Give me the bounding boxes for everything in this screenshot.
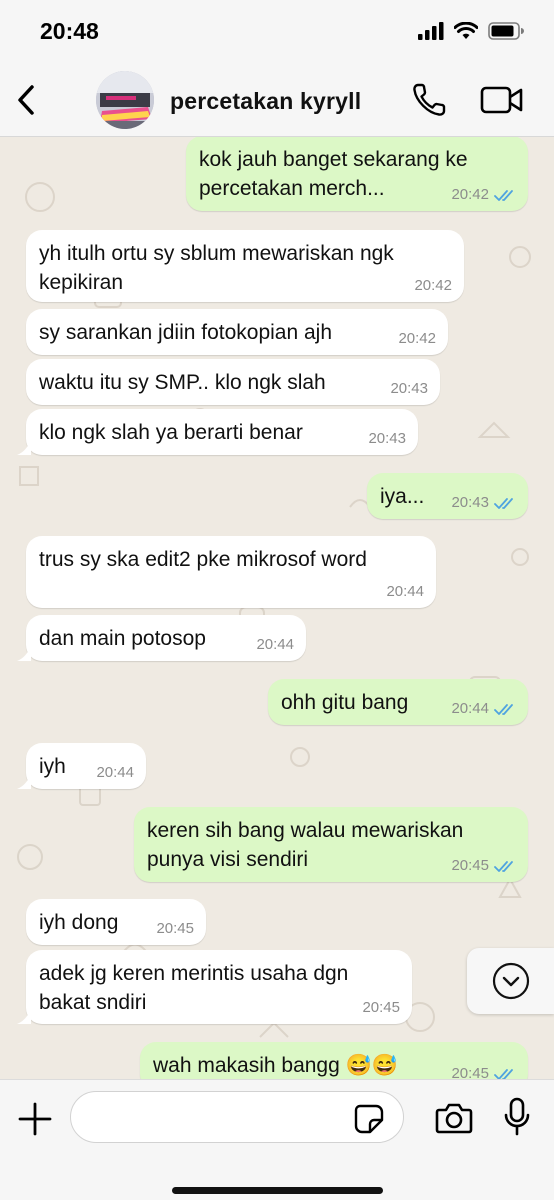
camera-icon[interactable] — [435, 1102, 473, 1134]
message-text: wah makasih bangg 😅😅 — [153, 1054, 398, 1077]
status-bar: 20:48 — [0, 0, 554, 64]
message-meta: 20:45 — [362, 999, 400, 1017]
message-meta: 20:45 — [451, 857, 516, 875]
message-time: 20:44 — [386, 583, 424, 600]
battery-icon — [488, 22, 524, 40]
message-time: 20:43 — [368, 430, 406, 447]
message-meta: 20:42 — [398, 330, 436, 348]
message-text: iyh — [39, 755, 66, 778]
message-bubble-outgoing[interactable]: keren sih bang walau mewariskan punya vi… — [134, 807, 528, 882]
message-meta: 20:42 — [451, 186, 516, 204]
back-button[interactable] — [12, 82, 42, 118]
message-meta: 20:44 — [256, 636, 294, 654]
contact-avatar[interactable] — [96, 71, 154, 129]
read-receipt-icon — [494, 497, 513, 509]
message-text: adek jg keren merintis usaha dgn bakat s… — [39, 962, 349, 1014]
bubble-tail — [17, 439, 31, 455]
message-text: yh itulh ortu sy sblum mewariskan ngk ke… — [39, 242, 394, 294]
message-bubble-incoming[interactable]: waktu itu sy SMP.. klo ngk slah 20:43 — [26, 359, 440, 405]
read-receipt-icon — [494, 703, 513, 715]
avatar-image — [96, 71, 154, 129]
message-input-bar — [0, 1079, 554, 1200]
chat-area[interactable]: kok jauh banget sekarang ke percetakan m… — [0, 137, 554, 1079]
message-text: sy sarankan jdiin fotokopian ajh — [39, 321, 333, 344]
microphone-icon[interactable] — [503, 1097, 531, 1137]
message-bubble-incoming[interactable]: sy sarankan jdiin fotokopian ajh 20:42 — [26, 309, 448, 355]
message-time: 20:45 — [451, 857, 489, 874]
message-time: 20:44 — [256, 636, 294, 653]
read-receipt-icon — [494, 189, 513, 201]
message-meta: 20:42 — [414, 277, 452, 295]
message-bubble-outgoing[interactable]: kok jauh banget sekarang ke percetakan m… — [186, 137, 528, 211]
message-time: 20:42 — [414, 277, 452, 294]
message-bubble-incoming[interactable]: trus sy ska edit2 pke mikrosof word 20:4… — [26, 536, 436, 608]
message-bubble-incoming[interactable]: klo ngk slah ya berarti benar 20:43 — [17, 409, 418, 455]
bubble-tail — [17, 773, 31, 789]
chat-header: percetakan kyryll — [0, 64, 554, 137]
message-time: 20:45 — [451, 1065, 489, 1079]
message-bubble-outgoing[interactable]: iya... 20:43 — [367, 473, 528, 519]
message-bubble-outgoing[interactable]: ohh gitu bang 20:44 — [268, 679, 528, 725]
status-icons — [418, 22, 524, 40]
message-meta: 20:44 — [451, 700, 516, 718]
message-meta: 20:45 — [451, 1065, 516, 1079]
message-time: 20:42 — [451, 186, 489, 203]
phone-icon[interactable] — [411, 82, 447, 118]
message-bubble-outgoing[interactable]: wah makasih bangg 😅😅 20:45 — [140, 1042, 528, 1079]
message-time: 20:45 — [362, 999, 400, 1016]
read-receipt-icon — [494, 860, 513, 872]
message-bubble-incoming[interactable]: iyh 20:44 — [17, 743, 146, 789]
message-text: ohh gitu bang — [281, 691, 409, 714]
message-text: trus sy ska edit2 pke mikrosof word — [39, 548, 367, 571]
message-time: 20:44 — [451, 700, 489, 717]
video-camera-icon[interactable] — [480, 84, 524, 116]
message-meta: 20:43 — [390, 380, 428, 398]
message-text: waktu itu sy SMP.. klo ngk slah — [39, 371, 326, 394]
attach-plus-icon[interactable] — [18, 1102, 52, 1136]
message-bubble-incoming[interactable]: iyh dong 20:45 — [26, 899, 206, 945]
message-text: kok jauh banget sekarang ke percetakan m… — [199, 148, 468, 200]
message-text: keren sih bang walau mewariskan punya vi… — [147, 819, 464, 871]
message-meta: 20:43 — [368, 430, 406, 448]
bubble-tail — [17, 1008, 31, 1024]
bubble-tail — [17, 645, 31, 661]
message-time: 20:44 — [96, 764, 134, 781]
home-indicator[interactable] — [172, 1187, 383, 1194]
message-text: iya... — [380, 485, 425, 508]
sticker-icon[interactable] — [354, 1104, 384, 1134]
message-time: 20:43 — [451, 494, 489, 511]
message-text: dan main potosop — [39, 627, 206, 650]
signal-icon — [418, 22, 444, 40]
message-time: 20:42 — [398, 330, 436, 347]
message-text: klo ngk slah ya berarti benar — [39, 421, 303, 444]
message-meta: 20:44 — [96, 764, 134, 782]
message-time: 20:43 — [390, 380, 428, 397]
message-text: iyh dong — [39, 911, 119, 934]
message-meta: 20:44 — [386, 583, 424, 601]
chevron-down-circle-icon — [492, 962, 530, 1000]
status-time: 20:48 — [40, 18, 99, 44]
scroll-to-bottom-button[interactable] — [467, 948, 554, 1014]
message-bubble-incoming[interactable]: yh itulh ortu sy sblum mewariskan ngk ke… — [26, 230, 464, 302]
message-bubble-incoming[interactable]: dan main potosop 20:44 — [17, 615, 306, 661]
message-time: 20:45 — [156, 920, 194, 937]
contact-name[interactable]: percetakan kyryll — [170, 88, 361, 115]
message-bubble-incoming[interactable]: adek jg keren merintis usaha dgn bakat s… — [17, 950, 412, 1024]
message-meta: 20:43 — [451, 494, 516, 512]
read-receipt-icon — [494, 1068, 513, 1079]
wifi-icon — [454, 22, 478, 39]
message-meta: 20:45 — [156, 920, 194, 938]
